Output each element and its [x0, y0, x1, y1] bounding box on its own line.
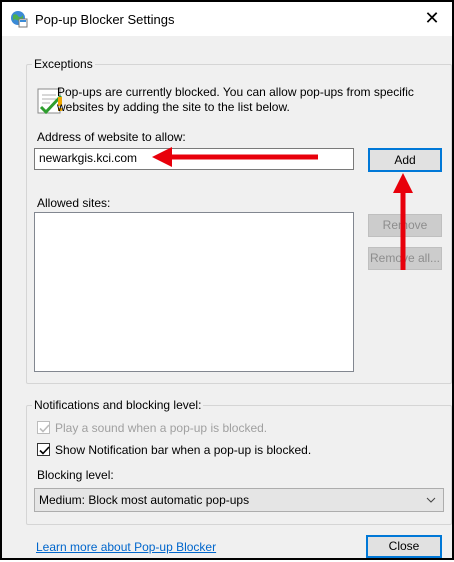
play-sound-option[interactable]: Play a sound when a pop-up is blocked. [37, 420, 337, 436]
remove-all-button[interactable]: Remove all... [368, 247, 442, 270]
show-bar-option[interactable]: Show Notification bar when a pop-up is b… [37, 442, 357, 458]
address-label: Address of website to allow: [37, 130, 186, 144]
close-button[interactable]: Close [366, 535, 442, 558]
allowed-sites-label: Allowed sites: [37, 196, 111, 210]
learn-more-link[interactable]: Learn more about Pop-up Blocker [36, 540, 216, 554]
show-bar-label: Show Notification bar when a pop-up is b… [55, 443, 312, 457]
blocking-level-value: Medium: Block most automatic pop-ups [39, 493, 250, 507]
play-sound-label: Play a sound when a pop-up is blocked. [55, 421, 268, 435]
window-close-button[interactable]: ✕ [414, 4, 450, 34]
add-button[interactable]: Add [368, 148, 442, 172]
address-input[interactable]: newarkgis.kci.com [34, 148, 354, 170]
title-bar: Pop-up Blocker Settings ✕ [2, 2, 452, 36]
exceptions-group-label: Exceptions [32, 57, 95, 71]
remove-button[interactable]: Remove [368, 214, 442, 237]
show-bar-checkbox[interactable] [37, 443, 50, 456]
globe-shield-icon [10, 10, 28, 28]
popup-blocker-settings-dialog: Pop-up Blocker Settings ✕ Exceptions Pop… [0, 0, 454, 560]
window-title: Pop-up Blocker Settings [35, 12, 175, 27]
blocking-level-label: Blocking level: [37, 468, 114, 482]
exceptions-info-text: Pop-ups are currently blocked. You can a… [57, 85, 437, 115]
play-sound-checkbox[interactable] [37, 421, 50, 434]
notifications-group-label: Notifications and blocking level: [32, 398, 204, 412]
blocking-level-select[interactable]: Medium: Block most automatic pop-ups [34, 488, 444, 512]
info-line-1: Pop-ups are currently blocked. You can a… [57, 85, 414, 99]
close-icon: ✕ [424, 8, 440, 28]
allowed-sites-list[interactable] [34, 212, 354, 372]
info-line-2: websites by adding the site to the list … [57, 100, 290, 114]
chevron-down-icon [426, 489, 436, 518]
